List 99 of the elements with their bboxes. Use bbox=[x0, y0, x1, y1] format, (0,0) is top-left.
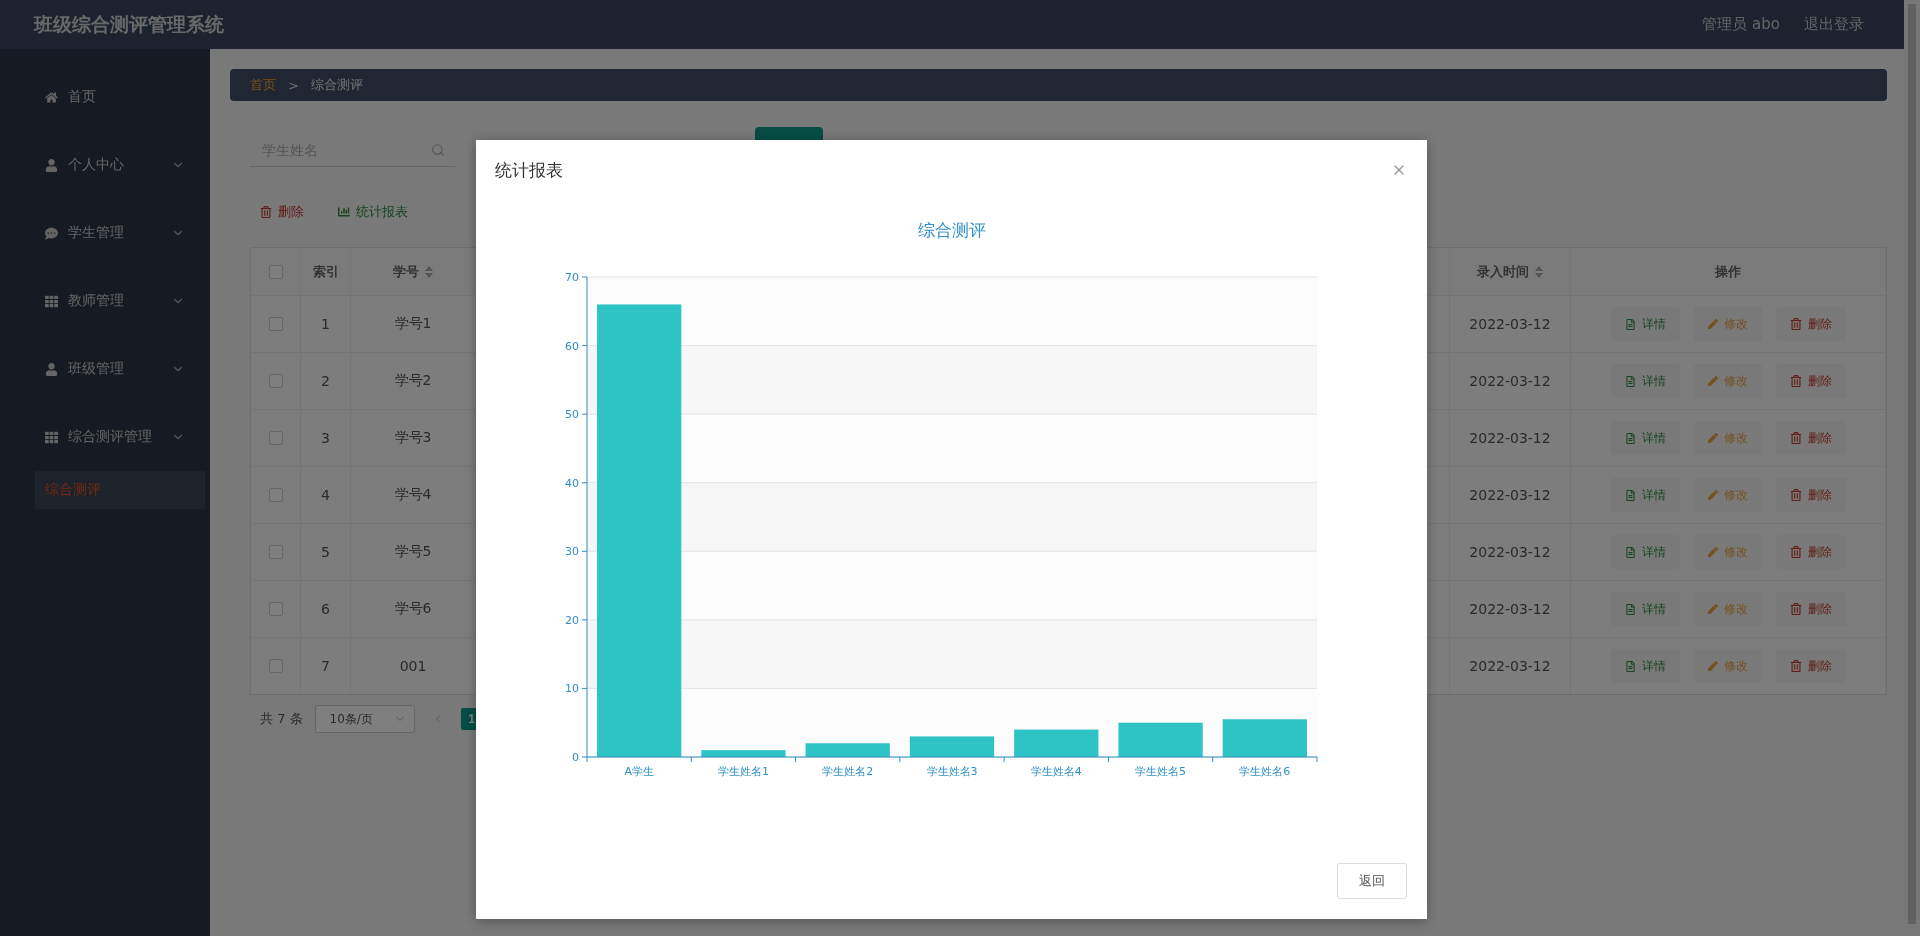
page-size-select[interactable]: 10条/页 bbox=[314, 705, 415, 733]
detail-button[interactable]: 详情 bbox=[1610, 535, 1680, 569]
edit-button[interactable]: 修改 bbox=[1693, 649, 1762, 683]
detail-button[interactable]: 详情 bbox=[1610, 478, 1680, 512]
detail-button[interactable]: 详情 bbox=[1610, 649, 1680, 683]
sidebar-item[interactable]: 综合测评管理 bbox=[35, 403, 205, 471]
delete-button[interactable]: 删除 bbox=[1775, 535, 1846, 569]
detail-button[interactable]: 详情 bbox=[1610, 364, 1680, 398]
document-icon bbox=[1624, 318, 1636, 330]
trash-icon bbox=[1789, 432, 1802, 444]
pen-icon bbox=[1707, 319, 1718, 329]
pen-icon bbox=[1707, 661, 1718, 671]
trash-icon bbox=[1789, 489, 1802, 501]
y-tick-label: 60 bbox=[565, 339, 579, 353]
y-tick-label: 50 bbox=[565, 408, 579, 422]
edit-button[interactable]: 修改 bbox=[1693, 478, 1762, 512]
row-checkbox[interactable] bbox=[268, 317, 283, 331]
x-tick-label: A学生 bbox=[624, 765, 654, 778]
y-tick-label: 0 bbox=[572, 751, 579, 764]
y-tick-label: 10 bbox=[565, 682, 579, 696]
trash-icon bbox=[260, 206, 272, 218]
delete-button[interactable]: 删除 bbox=[1775, 592, 1846, 626]
pen-icon bbox=[1707, 433, 1718, 443]
document-icon bbox=[1624, 432, 1636, 444]
table-cell: 2022-03-12 bbox=[1450, 638, 1571, 694]
user-icon bbox=[45, 158, 58, 172]
sidebar-item[interactable]: 首页 bbox=[35, 63, 205, 131]
detail-button[interactable]: 详情 bbox=[1610, 307, 1680, 341]
pen-icon bbox=[1707, 376, 1718, 386]
delete-button[interactable]: 删除 bbox=[1775, 364, 1846, 398]
row-checkbox[interactable] bbox=[268, 374, 283, 388]
document-icon bbox=[1624, 603, 1636, 615]
home-icon bbox=[45, 90, 58, 104]
document-icon bbox=[1624, 375, 1636, 387]
select-all-checkbox[interactable] bbox=[268, 264, 283, 279]
delete-button[interactable]: 删除 bbox=[1775, 421, 1846, 455]
bar-chart-icon bbox=[338, 206, 350, 218]
table-cell: 7 bbox=[301, 638, 351, 694]
sidebar-item[interactable]: 个人中心 bbox=[35, 131, 205, 199]
x-tick-label: 学生姓名5 bbox=[1135, 765, 1187, 778]
pen-icon bbox=[1707, 604, 1718, 614]
document-icon bbox=[1624, 546, 1636, 558]
scrollbar[interactable] bbox=[1904, 0, 1920, 936]
sidebar-subitem[interactable]: 综合测评 bbox=[35, 471, 205, 509]
breadcrumb-link[interactable]: 首页 bbox=[250, 76, 276, 94]
trash-icon bbox=[1789, 546, 1802, 558]
trash-icon bbox=[1789, 660, 1802, 672]
x-tick-label: 学生姓名6 bbox=[1239, 765, 1291, 778]
app-title: 班级综合测评管理系统 bbox=[34, 11, 225, 37]
breadcrumb-current: 综合测评 bbox=[310, 76, 363, 94]
chart-title: 综合测评 bbox=[916, 219, 987, 242]
y-tick-label: 40 bbox=[565, 476, 579, 490]
breadcrumb-separator: > bbox=[288, 77, 299, 93]
detail-button[interactable]: 详情 bbox=[1610, 592, 1680, 626]
x-tick-label: 学生姓名1 bbox=[717, 765, 769, 778]
edit-button[interactable]: 修改 bbox=[1693, 364, 1762, 398]
logout-link[interactable]: 退出登录 bbox=[1804, 15, 1864, 34]
delete-button[interactable]: 删除 bbox=[250, 195, 314, 229]
document-icon bbox=[1624, 660, 1636, 672]
user-icon bbox=[45, 362, 58, 376]
edit-button[interactable]: 修改 bbox=[1693, 421, 1762, 455]
back-button[interactable]: 返回 bbox=[1337, 863, 1407, 899]
sort-icon[interactable] bbox=[425, 265, 433, 278]
pen-icon bbox=[1707, 547, 1718, 557]
sidebar-item[interactable]: 学生管理 bbox=[35, 199, 205, 267]
grid-icon bbox=[45, 430, 58, 444]
detail-button[interactable]: 详情 bbox=[1610, 421, 1680, 455]
delete-button[interactable]: 删除 bbox=[1775, 307, 1846, 341]
y-tick-label: 70 bbox=[565, 271, 579, 284]
dialog-title: 统计报表 bbox=[495, 158, 563, 182]
row-checkbox[interactable] bbox=[268, 602, 283, 616]
pen-icon bbox=[1707, 490, 1718, 500]
x-tick-label: 学生姓名4 bbox=[1030, 765, 1082, 778]
report-button[interactable]: 统计报表 bbox=[328, 195, 418, 229]
edit-button[interactable]: 修改 bbox=[1693, 535, 1762, 569]
y-tick-label: 30 bbox=[565, 545, 579, 559]
delete-button[interactable]: 删除 bbox=[1775, 478, 1846, 512]
edit-button[interactable]: 修改 bbox=[1693, 592, 1762, 626]
delete-button[interactable]: 删除 bbox=[1775, 649, 1846, 683]
row-checkbox[interactable] bbox=[268, 659, 283, 673]
sidebar-item[interactable]: 班级管理 bbox=[35, 335, 205, 403]
trash-icon bbox=[1789, 603, 1802, 615]
row-checkbox[interactable] bbox=[268, 488, 283, 502]
sort-icon[interactable] bbox=[1535, 265, 1543, 278]
x-tick-label: 学生姓名2 bbox=[822, 765, 874, 778]
sidebar-item[interactable]: 教师管理 bbox=[35, 267, 205, 335]
search-icon bbox=[431, 143, 445, 157]
trash-icon bbox=[1789, 318, 1802, 330]
document-icon bbox=[1624, 489, 1636, 501]
chat-icon bbox=[45, 226, 58, 240]
grid-icon bbox=[45, 294, 58, 308]
x-tick-label: 学生姓名3 bbox=[926, 765, 978, 778]
user-name: 管理员 abo bbox=[1702, 15, 1780, 34]
edit-button[interactable]: 修改 bbox=[1693, 307, 1762, 341]
total-count: 共 7 条 bbox=[260, 710, 303, 728]
row-checkbox[interactable] bbox=[268, 431, 283, 445]
row-checkbox[interactable] bbox=[268, 545, 283, 559]
trash-icon bbox=[1789, 375, 1802, 387]
y-tick-label: 20 bbox=[565, 613, 579, 627]
